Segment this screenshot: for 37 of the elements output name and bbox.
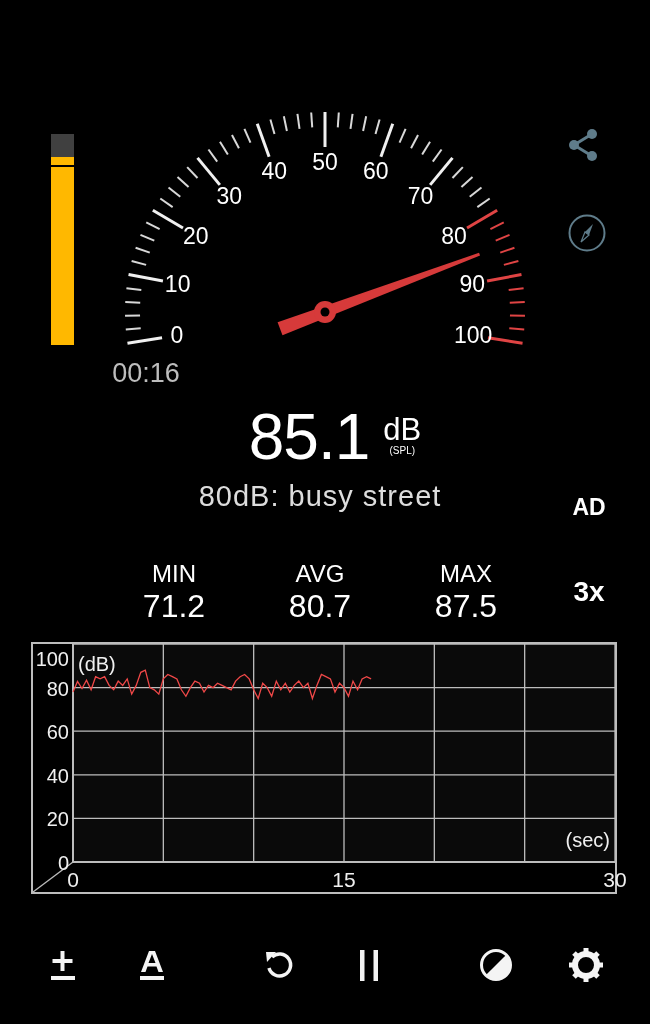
- x-tick-label: 15: [332, 868, 356, 891]
- elapsed-time: 00:16: [112, 358, 180, 388]
- scale-label: 0: [170, 322, 184, 349]
- sound-level-value: 85.1: [248, 405, 370, 469]
- settings-icon[interactable]: [566, 945, 606, 985]
- y-tick-label: 80: [46, 677, 69, 700]
- y-tick-label: 20: [46, 808, 69, 831]
- scale-label: 40: [261, 157, 287, 184]
- scale-label: 100: [453, 322, 493, 349]
- scale-label: 20: [183, 222, 209, 249]
- stat-value: 71.2: [142, 588, 206, 624]
- stat-value: 87.5: [434, 588, 498, 624]
- y-tick-label: 100: [35, 648, 69, 670]
- scale-label: 70: [407, 183, 434, 210]
- scale-label: 80: [441, 222, 467, 249]
- reference-label: (SPL): [389, 445, 416, 456]
- level-description: 80dB: busy street: [198, 480, 442, 513]
- scale-label: 60: [363, 157, 389, 184]
- scale-label: 10: [164, 270, 191, 297]
- scale-label: 50: [312, 149, 338, 175]
- stat-label: MAX: [440, 560, 492, 588]
- y-tick-label: 60: [46, 721, 69, 744]
- stat-label: AVG: [295, 560, 345, 588]
- ad-label[interactable]: AD: [572, 494, 606, 521]
- compass-icon[interactable]: [568, 214, 606, 252]
- stat-value: 80.7: [288, 588, 352, 624]
- y-tick-label: 0: [57, 852, 69, 874]
- stat-label: MIN: [152, 560, 196, 588]
- unit-label: dB: [383, 415, 422, 445]
- speed-button[interactable]: 3x: [539, 576, 639, 608]
- y-tick-label: 40: [46, 764, 69, 787]
- share-icon[interactable]: [568, 128, 598, 162]
- scale-label: 90: [459, 270, 486, 297]
- x-tick-label: 0: [67, 868, 79, 891]
- scale-label: 30: [216, 183, 243, 210]
- x-axis-title: (sec): [565, 829, 610, 851]
- y-axis-title: (dB): [78, 653, 116, 675]
